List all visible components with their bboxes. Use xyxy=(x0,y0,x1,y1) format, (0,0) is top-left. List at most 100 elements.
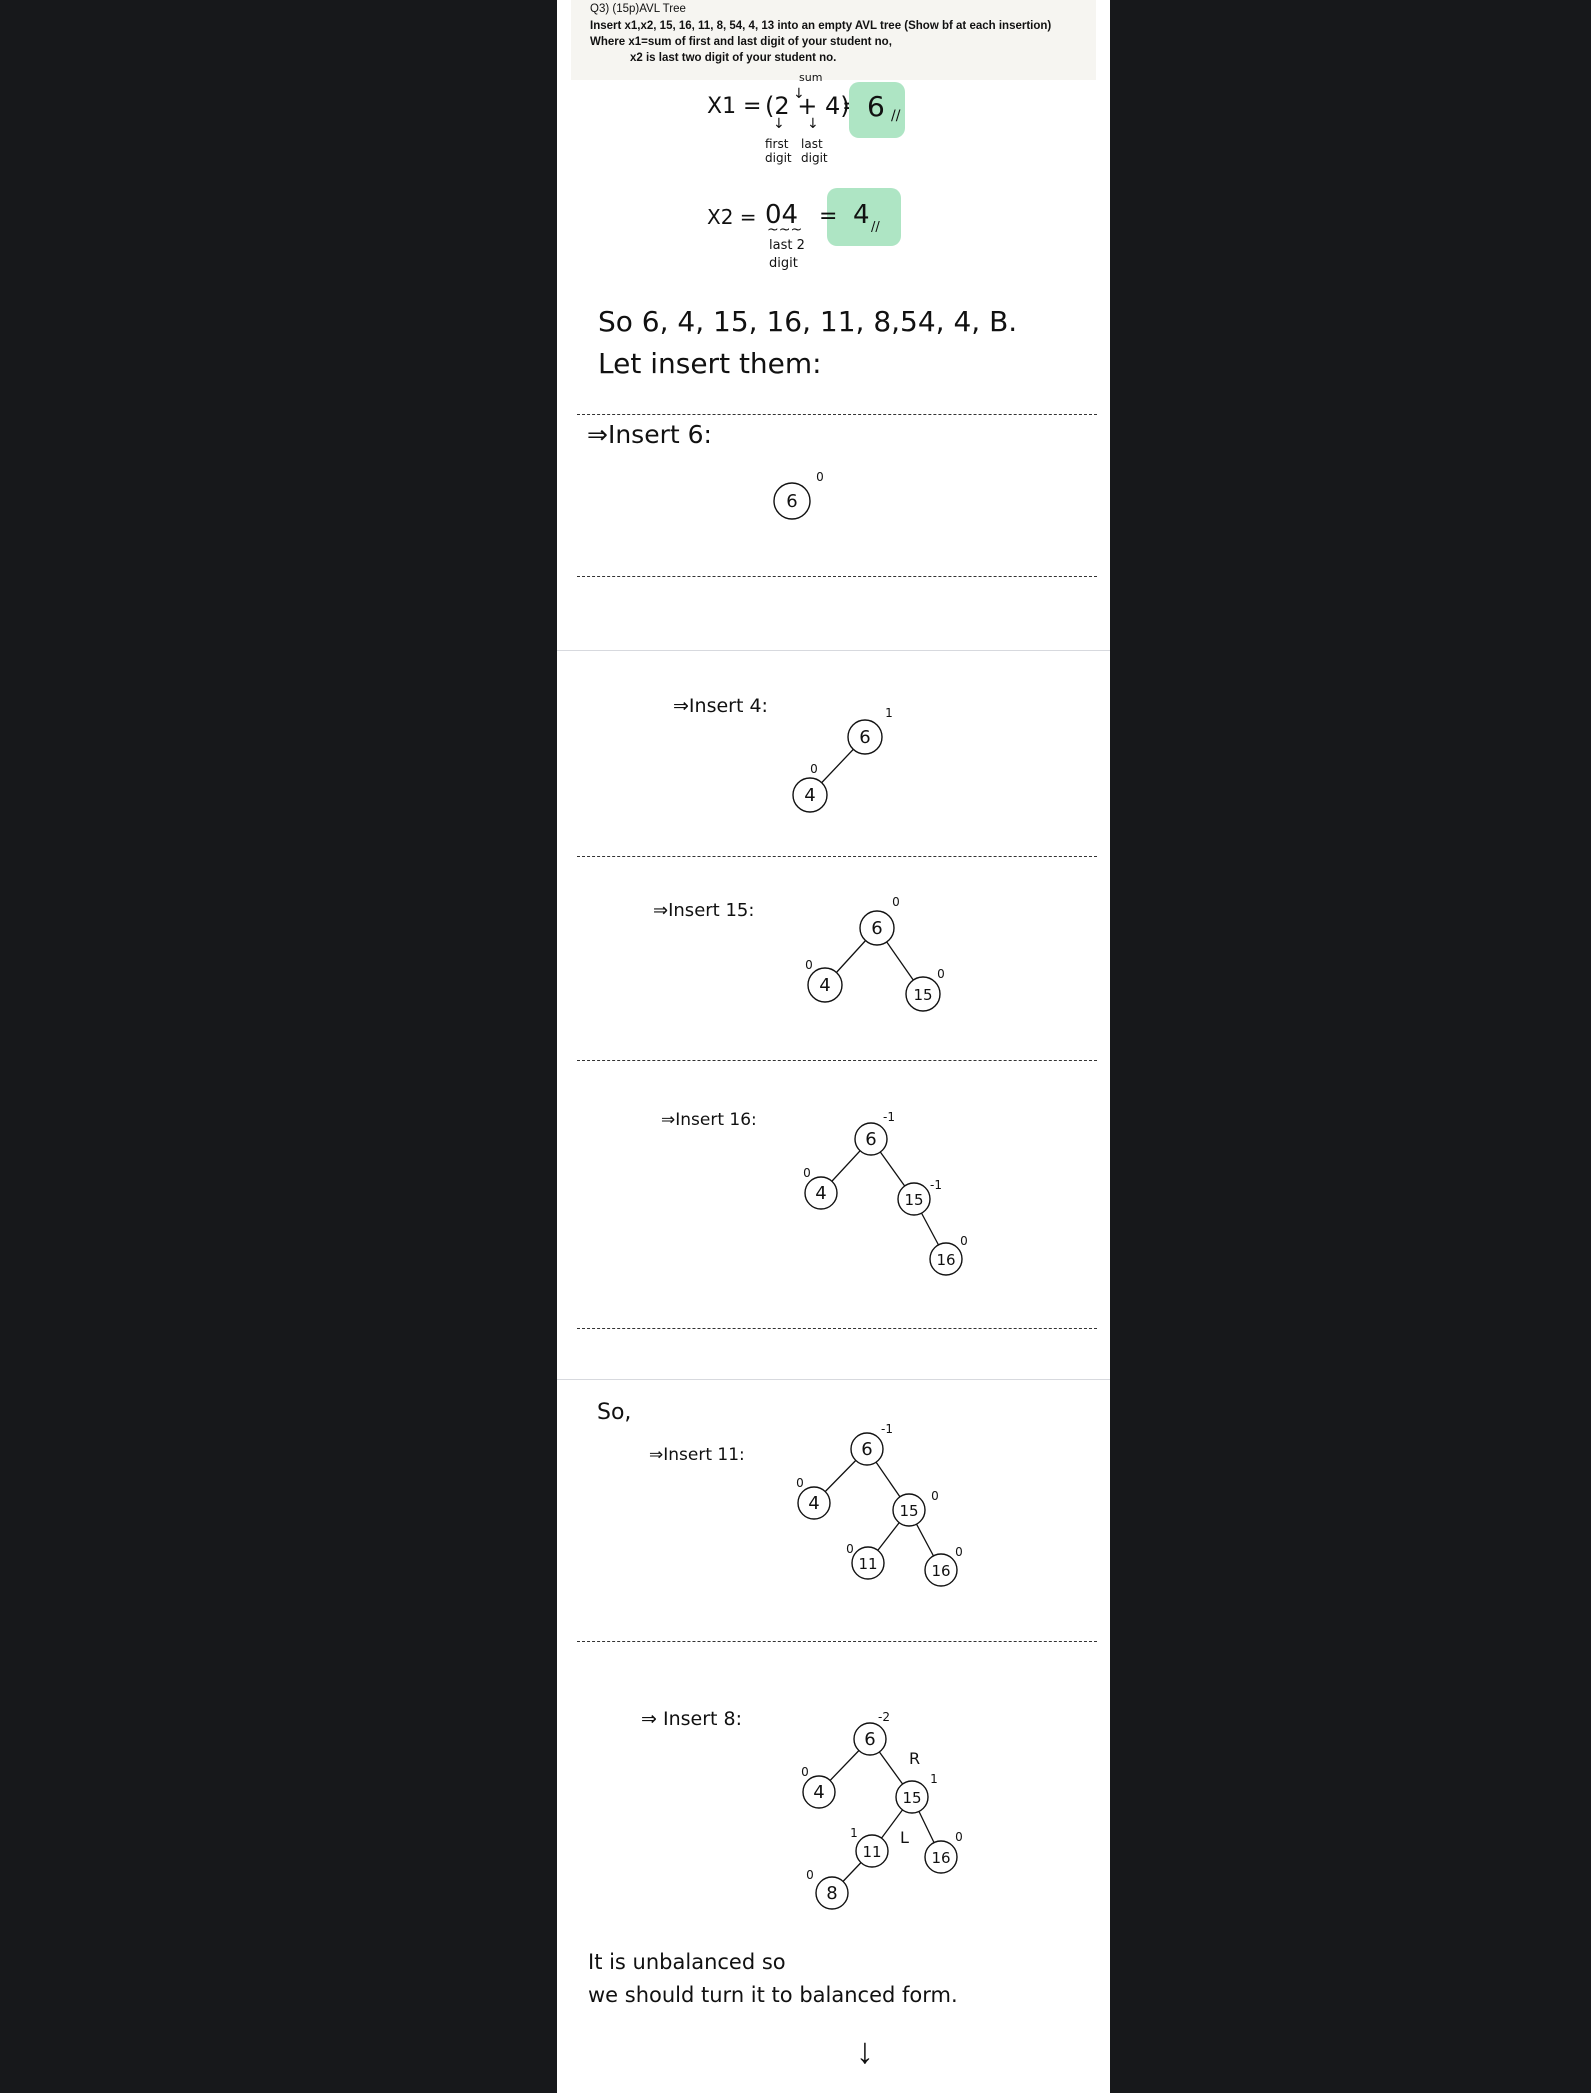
node-value: 16 xyxy=(936,1251,955,1269)
tree-node: 16 xyxy=(924,1553,958,1587)
question-line-3: x2 is last two digit of your student no. xyxy=(630,52,837,64)
balance-factor: -1 xyxy=(883,1110,895,1124)
document-page: Q3) (15p)AVL Tree Insert x1,x2, 15, 16, … xyxy=(557,0,1110,2093)
balance-factor: 0 xyxy=(955,1545,963,1559)
node-value: 4 xyxy=(804,785,815,806)
first-digit-arrow-icon: ↓ xyxy=(773,116,785,132)
x1-double-mark: // xyxy=(891,108,901,124)
tree-node: 16 xyxy=(929,1242,963,1276)
balance-factor: 0 xyxy=(810,762,818,776)
tree-insert-8: 6-24015111116080RL xyxy=(801,1710,963,1910)
tree-node: 4 xyxy=(802,1775,836,1809)
x2-double-mark: // xyxy=(871,220,880,235)
tree-node: 6 xyxy=(859,910,895,946)
balance-factor: 0 xyxy=(803,1166,811,1180)
node-value: 8 xyxy=(826,1883,837,1904)
tree-node: 6 xyxy=(850,1432,884,1466)
x2-result: 4 xyxy=(853,200,870,230)
tree-node: 6 xyxy=(847,719,883,755)
page-separator xyxy=(557,650,1110,651)
first-digit-note: first digit xyxy=(765,137,792,165)
balance-factor: 0 xyxy=(892,895,900,909)
node-value: 6 xyxy=(864,1729,875,1750)
conclusion-line-1: It is unbalanced so xyxy=(588,1950,786,1974)
node-value: 11 xyxy=(858,1555,877,1573)
balance-factor: -1 xyxy=(930,1178,942,1192)
divider xyxy=(577,576,1097,577)
question-line-2: Where x1=sum of first and last digit of … xyxy=(590,36,892,48)
question-header: Q3) (15p)AVL Tree Insert x1,x2, 15, 16, … xyxy=(571,0,1096,80)
balance-factor: 0 xyxy=(960,1234,968,1248)
sequence-text: So 6, 4, 15, 16, 11, 8,54, 4, B. xyxy=(598,305,1018,338)
rotation-mark: L xyxy=(900,1828,909,1847)
divider xyxy=(577,414,1097,415)
node-value: 4 xyxy=(813,1782,824,1803)
node-value: 15 xyxy=(904,1191,923,1209)
balance-factor: 0 xyxy=(937,967,945,981)
node-value: 15 xyxy=(899,1502,918,1520)
balance-factor: 1 xyxy=(850,1826,858,1840)
divider xyxy=(577,1641,1097,1642)
node-value: 15 xyxy=(913,986,932,1004)
balance-factor: 0 xyxy=(805,958,813,972)
node-value: 6 xyxy=(871,918,882,939)
node-value: 4 xyxy=(819,975,830,996)
tree-node: 4 xyxy=(804,1176,838,1210)
node-value: 4 xyxy=(808,1493,819,1514)
balance-factor: 0 xyxy=(955,1830,963,1844)
node-value: 16 xyxy=(931,1562,950,1580)
tree-insert-11: 6-140150110160 xyxy=(796,1422,963,1587)
tree-insert-15: 6040150 xyxy=(805,895,945,1012)
balance-factor: 1 xyxy=(885,706,893,720)
last-digit-arrow-icon: ↓ xyxy=(807,116,819,132)
tree-node: 15 xyxy=(905,976,941,1012)
x1-label: X1 = xyxy=(707,94,762,119)
tree-node: 16 xyxy=(924,1840,958,1874)
tree-node: 11 xyxy=(855,1834,889,1868)
tree-node: 6 xyxy=(853,1722,887,1756)
conclusion-line-2: we should turn it to balanced form. xyxy=(588,1983,958,2007)
divider xyxy=(577,1328,1097,1329)
balance-factor: 0 xyxy=(846,1542,854,1556)
insert-intro: Let insert them: xyxy=(598,347,822,380)
node-value: 11 xyxy=(862,1843,881,1861)
balance-factor: 0 xyxy=(931,1489,939,1503)
x2-underline-mark: ~~~ xyxy=(767,222,803,238)
divider xyxy=(577,856,1097,857)
page-separator xyxy=(557,1379,1110,1380)
node-value: 4 xyxy=(815,1183,826,1204)
implies-arrow-icon: ⇒ xyxy=(587,420,608,449)
x1-result: 6 xyxy=(867,90,885,123)
tree-node: 15 xyxy=(892,1493,926,1527)
divider xyxy=(577,1060,1097,1061)
node-value: 6 xyxy=(865,1129,876,1150)
tree-node: 15 xyxy=(895,1780,929,1814)
question-line-1: Insert x1,x2, 15, 16, 11, 8, 54, 4, 13 i… xyxy=(590,20,1052,32)
tree-insert-6: 60 xyxy=(773,470,824,520)
tree-node: 4 xyxy=(807,967,843,1003)
tree-node: 11 xyxy=(851,1546,885,1580)
balance-factor: -1 xyxy=(881,1422,893,1436)
tree-insert-16: 6-14015-1160 xyxy=(803,1110,968,1276)
tree-node: 6 xyxy=(854,1122,888,1156)
node-value: 6 xyxy=(786,491,797,512)
balance-factor: 1 xyxy=(930,1772,938,1786)
tree-node: 4 xyxy=(792,777,828,813)
last-2-digit-note: last 2 digit xyxy=(769,238,805,271)
tree-node: 8 xyxy=(815,1876,849,1910)
sum-annotation: sum xyxy=(799,71,823,84)
question-title: Q3) (15p)AVL Tree xyxy=(590,3,686,15)
node-value: 15 xyxy=(902,1789,921,1807)
balance-factor: 0 xyxy=(801,1765,809,1779)
balance-factor: -2 xyxy=(878,1710,890,1724)
balance-factor: 0 xyxy=(806,1868,814,1882)
step-insert-6: ⇒Insert 6: xyxy=(587,420,712,449)
tree-node: 6 xyxy=(773,482,811,520)
node-value: 16 xyxy=(931,1849,950,1867)
last-digit-note: last digit xyxy=(801,137,828,165)
x2-label: X2 = xyxy=(707,205,757,229)
node-value: 6 xyxy=(859,727,870,748)
x2-equals: = xyxy=(819,204,838,229)
down-arrow-icon: ↓ xyxy=(856,2030,874,2071)
balance-factor: 0 xyxy=(796,1476,804,1490)
